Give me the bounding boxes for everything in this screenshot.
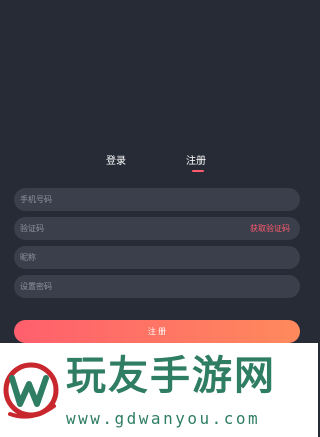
phone-field <box>14 188 300 211</box>
tab-login[interactable]: 登录 <box>106 152 126 167</box>
phone-input[interactable] <box>20 188 240 211</box>
active-tab-indicator <box>192 170 204 172</box>
watermark-banner: 玩友手游网 www.gdwanyou.com <box>0 343 318 437</box>
register-button[interactable]: 注 册 <box>14 320 300 343</box>
get-code-button[interactable]: 获取验证码 <box>250 223 290 234</box>
watermark-title: 玩友手游网 <box>66 352 276 399</box>
watermark-logo-icon <box>3 362 59 419</box>
auth-tabs: 登录 注册 <box>0 152 318 176</box>
code-field: 获取验证码 <box>14 217 300 240</box>
password-input[interactable] <box>20 275 240 298</box>
password-field <box>14 275 300 298</box>
verification-code-input[interactable] <box>20 217 240 240</box>
tab-register[interactable]: 注册 <box>186 152 206 167</box>
nickname-field <box>14 246 300 269</box>
watermark-url: www.gdwanyou.com <box>66 409 261 428</box>
nickname-input[interactable] <box>20 246 240 269</box>
